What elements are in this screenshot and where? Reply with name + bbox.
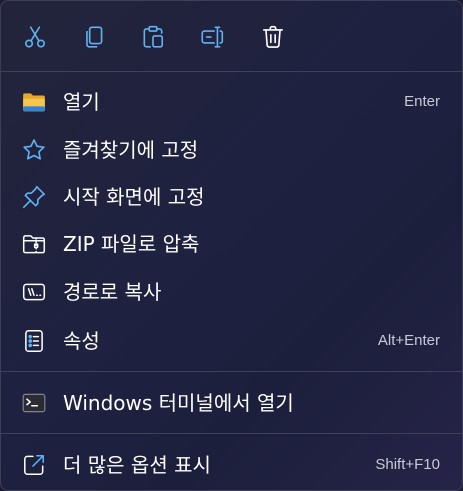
folder-icon [20,88,48,116]
menu-item-label: 경로로 복사 [63,280,162,304]
scissors-icon [24,26,46,48]
delete-button[interactable] [255,19,291,55]
rename-button[interactable] [194,19,230,55]
menu-item-label: 열기 [63,90,100,114]
shortcut-text: Shift+F10 [375,456,440,473]
menu-item-label: 더 많은 옵션 표시 [63,453,211,477]
copy-icon [86,26,103,48]
paste-button[interactable] [135,19,171,55]
menu-item-open-terminal[interactable]: Windows 터미널에서 열기 [1,380,462,426]
context-menu: 열기 Enter 즐겨찾기에 고정 시작 화면에 고정 ZIP 파일로 압축 경… [0,0,463,491]
context-toolbar [1,1,462,71]
zip-folder-icon [20,230,48,258]
expand-icon [20,451,48,479]
divider [1,371,462,372]
star-icon [20,136,48,164]
menu-item-properties[interactable]: 속성 Alt+Enter [1,318,462,364]
copy-button[interactable] [76,19,112,55]
pin-icon [20,183,48,211]
paste-icon [143,25,164,48]
menu-item-label: ZIP 파일로 압축 [63,232,200,256]
terminal-icon [20,389,48,417]
divider [1,433,462,434]
shortcut-text: Enter [404,93,440,110]
divider [1,71,462,72]
menu-item-copy-path[interactable]: 경로로 복사 [1,269,462,315]
trash-icon [262,25,284,48]
menu-item-pin-start[interactable]: 시작 화면에 고정 [1,174,462,220]
menu-item-label: Windows 터미널에서 열기 [63,391,294,415]
menu-item-label: 속성 [63,329,100,353]
menu-item-more-options[interactable]: 더 많은 옵션 표시 Shift+F10 [1,442,462,488]
properties-icon [20,327,48,355]
shortcut-text: Alt+Enter [377,332,440,349]
path-icon [20,278,48,306]
menu-item-pin-favorites[interactable]: 즐겨찾기에 고정 [1,127,462,173]
menu-item-zip[interactable]: ZIP 파일로 압축 [1,221,462,267]
cut-button[interactable] [17,19,53,55]
menu-item-label: 즐겨찾기에 고정 [63,138,199,162]
menu-item-label: 시작 화면에 고정 [63,185,205,209]
menu-item-open[interactable]: 열기 Enter [1,79,462,125]
rename-icon [201,26,224,48]
